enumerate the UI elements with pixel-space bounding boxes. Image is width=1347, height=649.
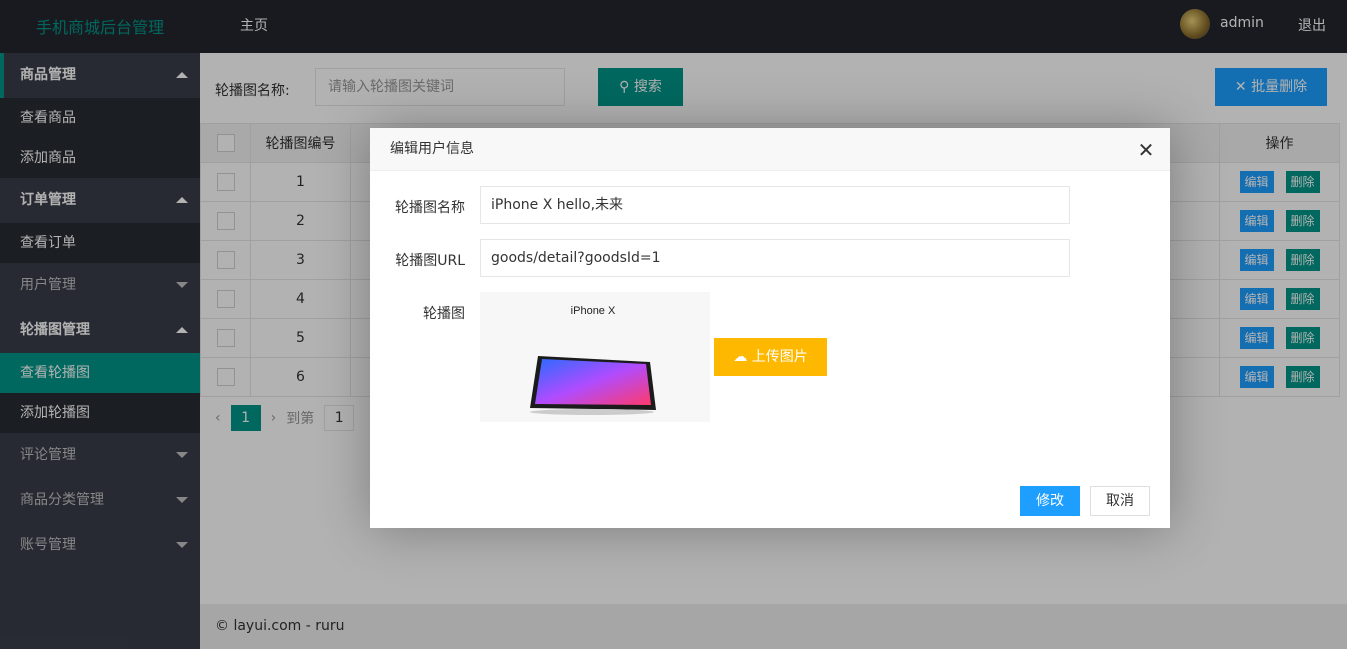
submit-button[interactable]: 修改 — [1020, 486, 1080, 516]
upload-button-label: 上传图片 — [751, 349, 808, 365]
url-input[interactable]: goods/detail?goodsId=1 — [480, 239, 1070, 277]
phone-image: iPhone X — [530, 305, 656, 415]
image-caption: iPhone X — [571, 305, 616, 317]
carousel-image-preview: iPhone X — [480, 292, 710, 422]
cloud-upload-icon: ☁ — [733, 349, 748, 365]
cancel-button[interactable]: 取消 — [1090, 486, 1150, 516]
url-label: 轮播图URL — [395, 253, 465, 269]
image-label: 轮播图 — [423, 306, 465, 322]
dialog-title: 编辑用户信息 — [370, 128, 1170, 171]
upload-image-button[interactable]: ☁ 上传图片 — [714, 338, 827, 376]
close-icon[interactable]: ✕ — [1136, 140, 1156, 160]
name-label: 轮播图名称 — [395, 200, 465, 216]
name-input[interactable]: iPhone X hello,未来 — [480, 186, 1070, 224]
edit-dialog: 编辑用户信息 ✕ 轮播图名称 iPhone X hello,未来 轮播图URL … — [370, 128, 1170, 528]
